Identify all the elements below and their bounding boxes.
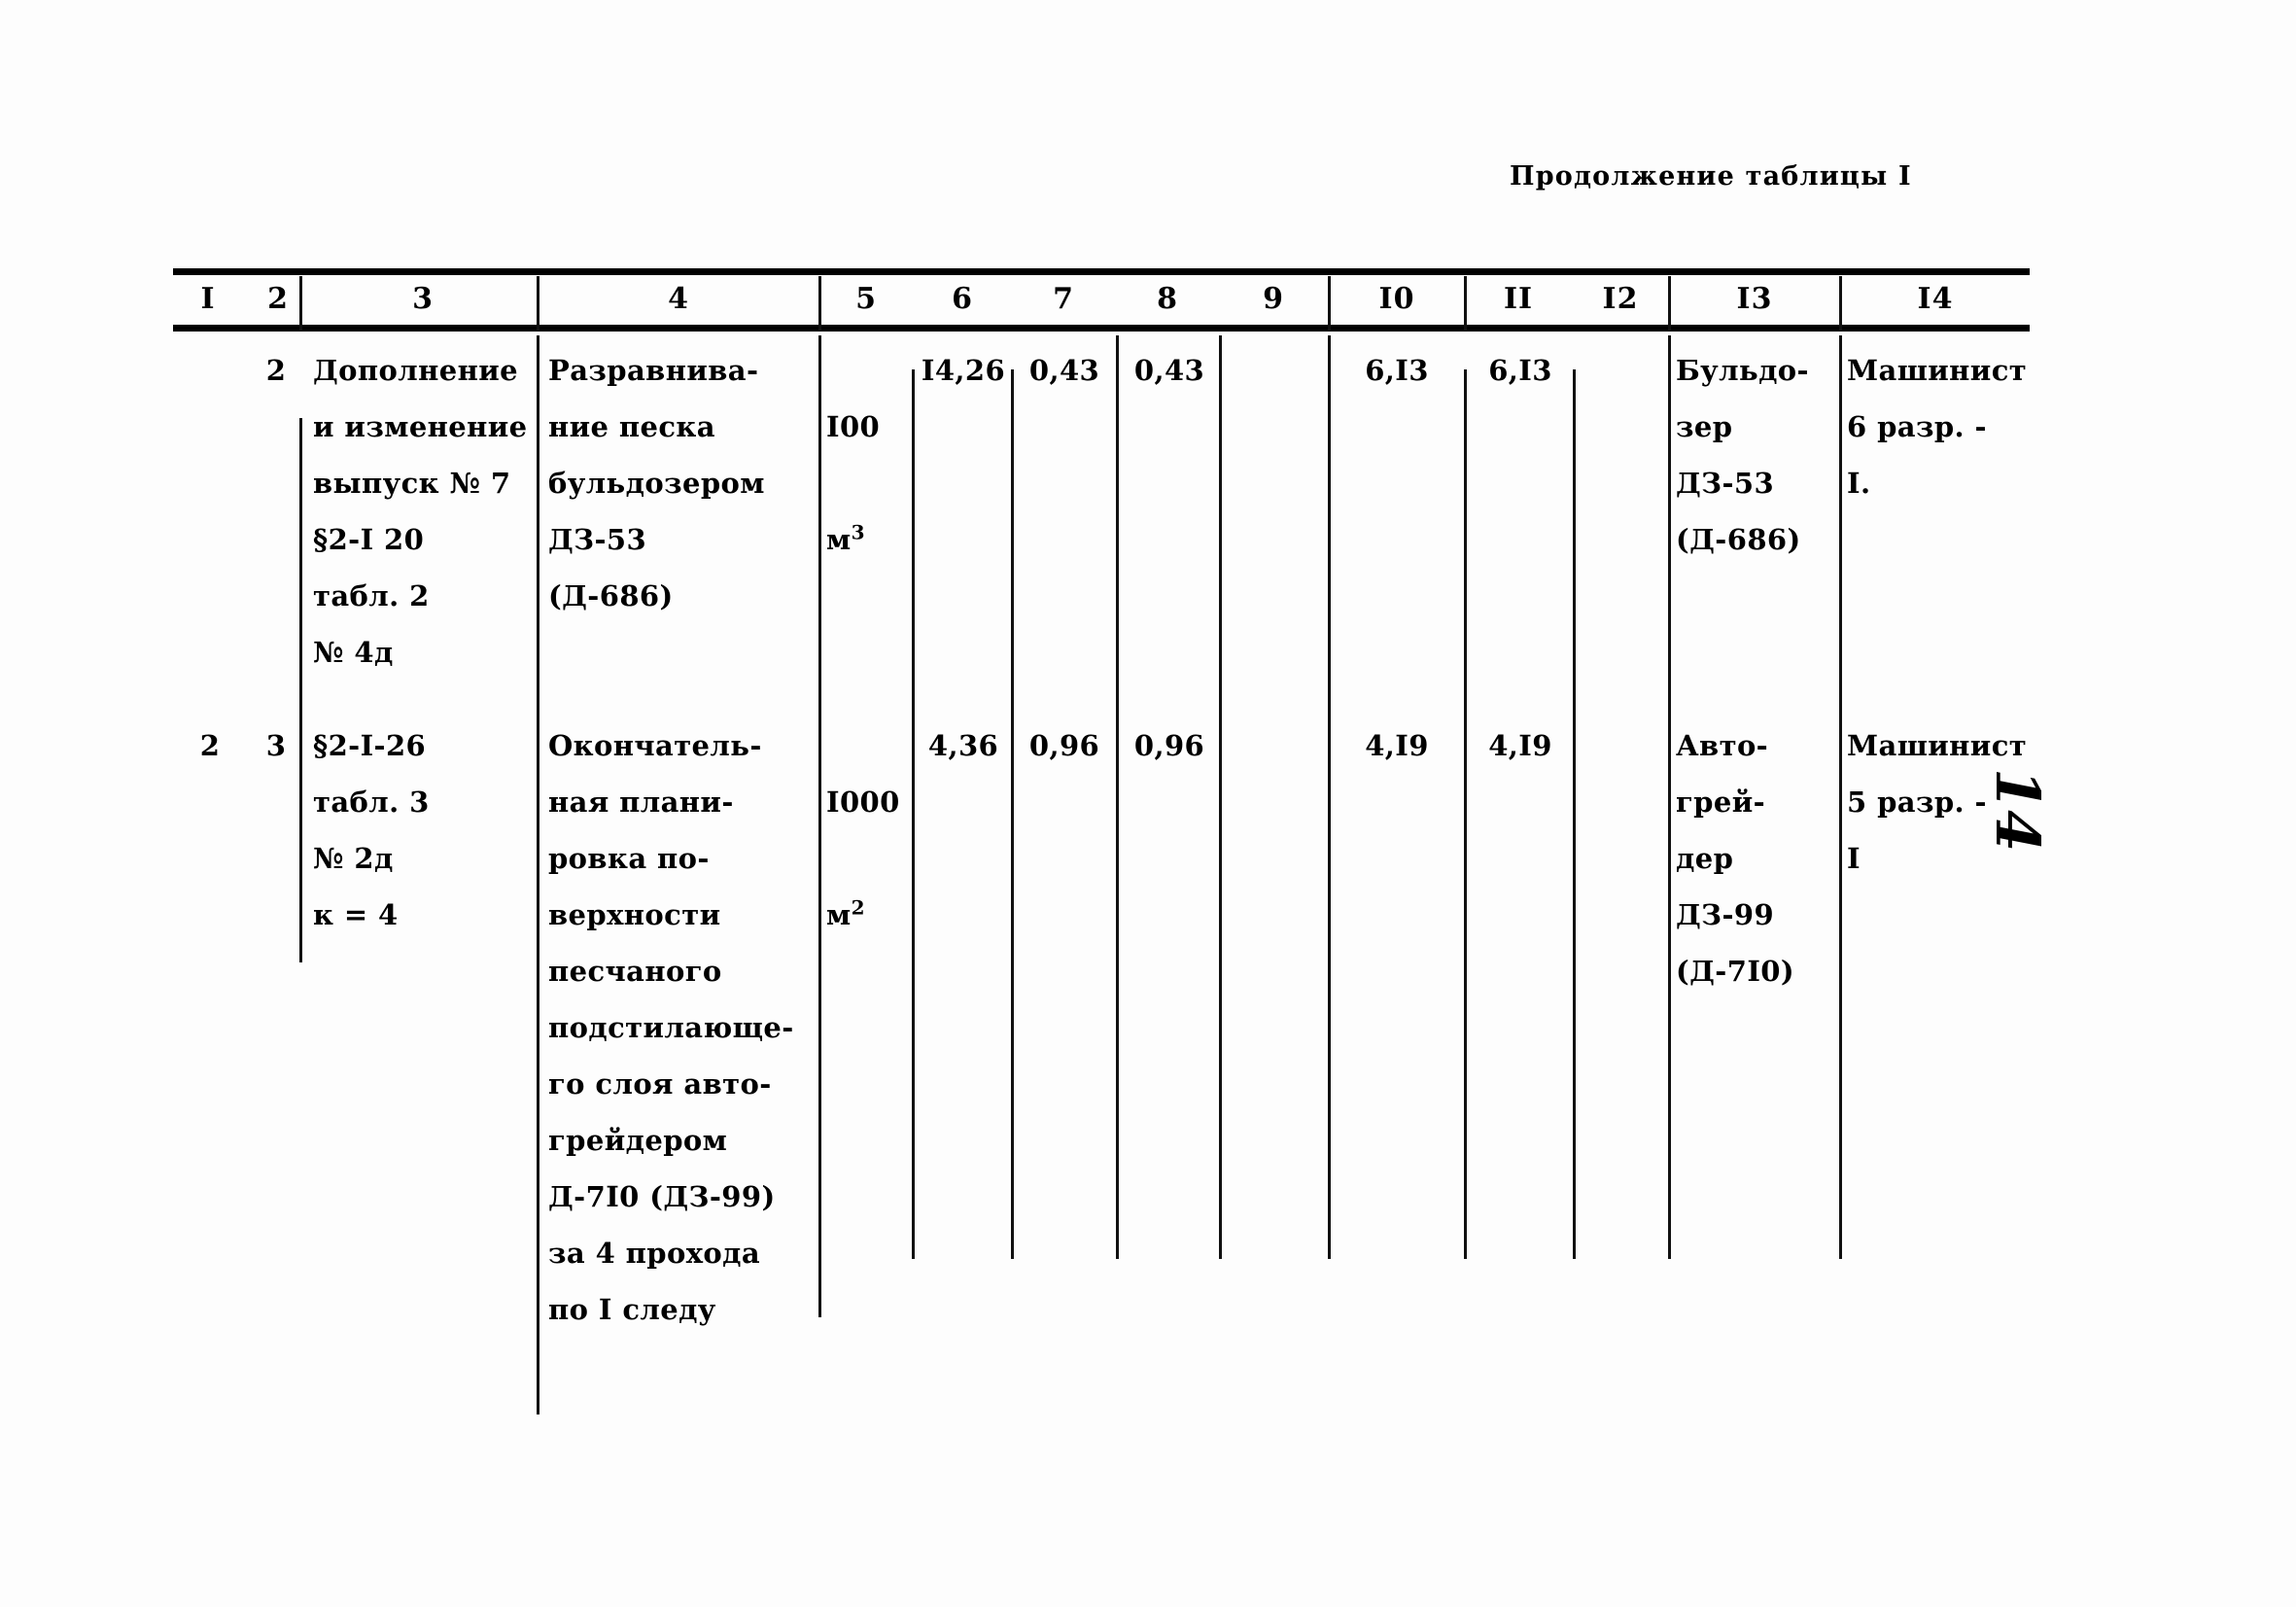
unit-symbol: м xyxy=(826,898,852,931)
column-header-5: 5 xyxy=(855,282,877,316)
header-sep-4-5 xyxy=(818,276,821,331)
table-continuation-caption: Продолжение таблицы I xyxy=(1510,161,1912,192)
table-row: Окончатель- ная плани- ровка по- верхнос… xyxy=(548,729,794,1326)
table-row: 2 xyxy=(265,354,287,387)
unit-quantity: I00 xyxy=(826,410,881,443)
table-row-unit: I000 м2 xyxy=(826,717,920,943)
column-header-7: 7 xyxy=(1053,282,1074,316)
column-header-10: I0 xyxy=(1378,282,1415,316)
header-sep-3-4 xyxy=(537,276,539,331)
column-header-14: I4 xyxy=(1917,282,1954,316)
table-row: §2-I-26 табл. 3 № 2д к = 4 xyxy=(313,729,430,931)
table-header-rule xyxy=(173,325,2030,332)
table-row: 0,43 xyxy=(1028,354,1100,387)
unit-quantity: I000 xyxy=(826,786,900,819)
unit-exponent: 2 xyxy=(851,895,865,920)
col-sep-12-13 xyxy=(1668,335,1671,1259)
table-row: Бульдо- зер ДЗ-53 (Д-686) xyxy=(1676,354,1809,556)
table-row-unit: I00 м3 xyxy=(826,342,920,568)
table-row: 4,I9 xyxy=(1365,729,1429,762)
column-header-6: 6 xyxy=(952,282,973,316)
table-row: Разравнива- ние песка бульдозером ДЗ-53 … xyxy=(548,354,765,612)
column-header-3: 3 xyxy=(412,282,434,316)
column-header-12: I2 xyxy=(1602,282,1639,316)
table-row: 4,36 xyxy=(927,729,999,762)
table-row: I4,26 xyxy=(921,354,1006,387)
col-sep-8-9 xyxy=(1219,335,1222,1259)
table-row: 6,I3 xyxy=(1365,354,1429,387)
table-row: 0,43 xyxy=(1133,354,1205,387)
column-header-13: I3 xyxy=(1736,282,1773,316)
header-sep-10-11 xyxy=(1464,276,1467,331)
table-row: Авто- грей- дер ДЗ-99 (Д-7I0) xyxy=(1676,729,1794,988)
column-header-4: 4 xyxy=(668,282,689,316)
table-row: Дополнение и изменение выпуск № 7 §2-I 2… xyxy=(313,354,528,669)
unit-exponent: 3 xyxy=(851,520,865,544)
column-header-1: I xyxy=(200,282,216,316)
table-row: Машинист 6 разр. - I. xyxy=(1847,354,2028,500)
table-row: 3 xyxy=(265,729,287,762)
col-sep-9-10 xyxy=(1328,335,1331,1259)
header-sep-12-13 xyxy=(1668,276,1671,331)
table-row: 4,I9 xyxy=(1488,729,1552,762)
col-sep-7-8 xyxy=(1116,335,1119,1259)
document-page: Продолжение таблицы I I 2 3 4 5 6 7 8 9 … xyxy=(0,0,2296,1607)
table-row: 6,I3 xyxy=(1488,354,1552,387)
table-row: 0,96 xyxy=(1133,729,1205,762)
col-sep-2-3 xyxy=(299,418,302,962)
col-sep-11-12 xyxy=(1573,369,1576,1259)
column-header-9: 9 xyxy=(1263,282,1284,316)
table-row: 0,96 xyxy=(1028,729,1100,762)
col-sep-6-7 xyxy=(1011,369,1014,1259)
col-sep-10-11 xyxy=(1464,369,1467,1259)
unit-symbol: м xyxy=(826,523,852,556)
header-sep-13-14 xyxy=(1839,276,1842,331)
column-header-8: 8 xyxy=(1157,282,1178,316)
table-top-rule xyxy=(173,268,2030,275)
header-sep-9-10 xyxy=(1328,276,1331,331)
table-row: 2 xyxy=(199,729,221,762)
column-header-2: 2 xyxy=(267,282,289,316)
column-header-11: II xyxy=(1503,282,1534,316)
page-folio-handwritten: 14 xyxy=(1982,768,2053,853)
